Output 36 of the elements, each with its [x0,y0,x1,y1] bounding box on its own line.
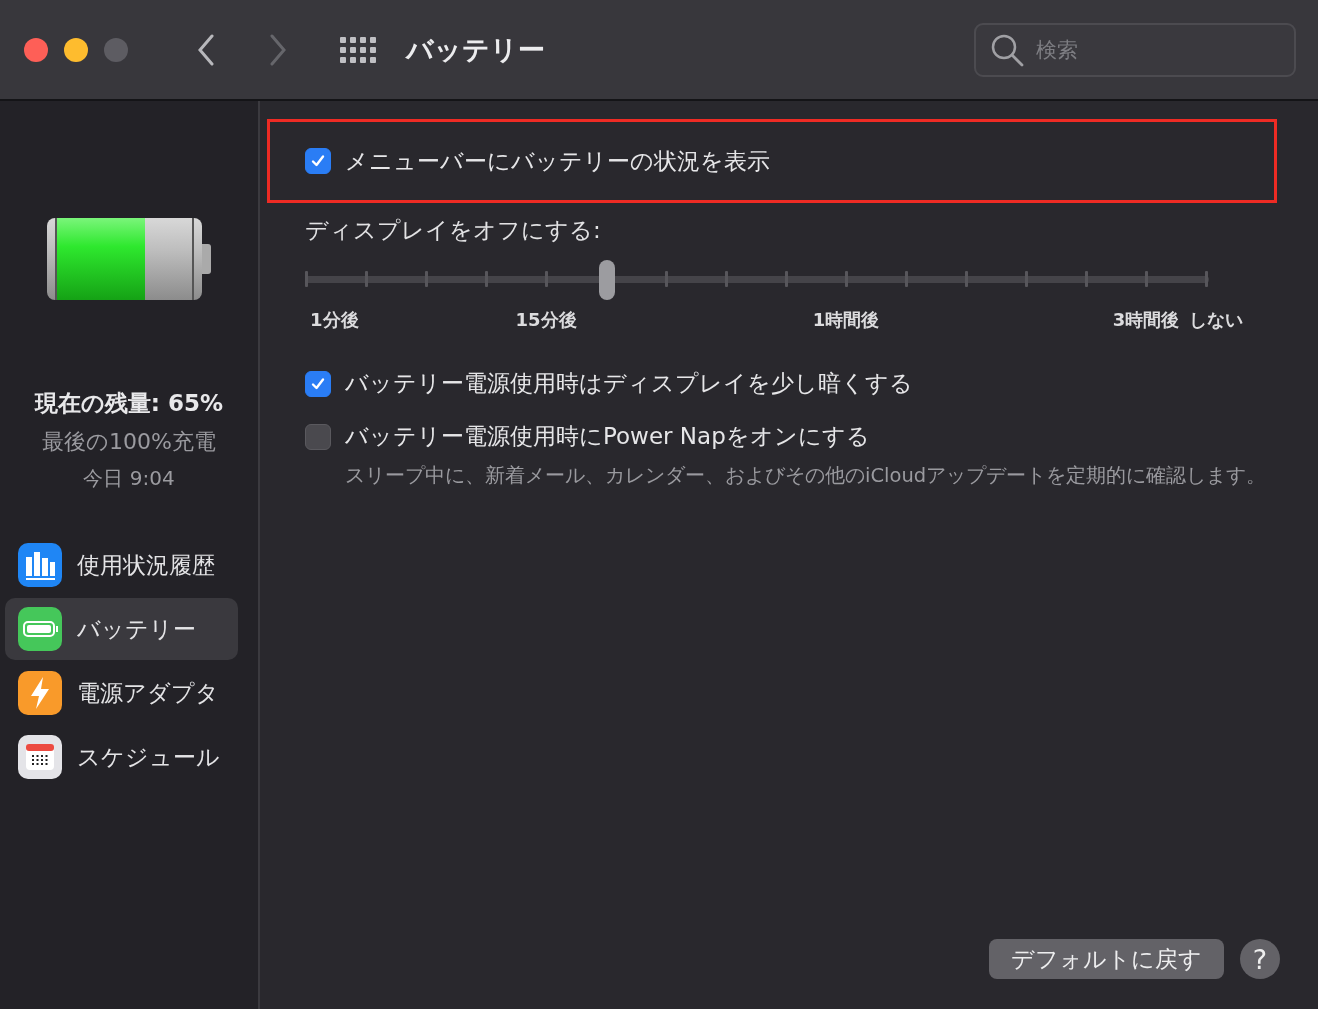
slider-tick-label: 3時間後 [1112,308,1180,332]
restore-defaults-button[interactable]: デフォルトに戻す [989,939,1224,979]
display-off-slider[interactable] [305,260,1209,300]
battery-icon [18,607,62,651]
back-icon[interactable] [196,33,216,66]
show-all-grid-icon[interactable] [340,36,376,63]
slider-tick-label: 15分後 [515,308,577,332]
display-off-label: ディスプレイをオフにする: [305,216,602,245]
sidebar-item[interactable]: バッテリー [5,598,238,660]
minimize-window-button[interactable] [64,37,88,62]
search-field[interactable]: 検索 [974,22,1296,77]
sidebar-item[interactable]: 電源アダプタ [5,662,238,724]
checkbox[interactable] [305,423,331,450]
search-icon [990,32,1024,67]
option-description: スリープ中に、新着メール、カレンダー、およびその他のiCloudアップデートを定期的に確認します。 [345,463,1268,489]
window-title: バッテリー [406,32,545,67]
checkbox-label: バッテリー電源使用時はディスプレイを少し暗くする [345,369,913,398]
calendar-icon [18,735,62,779]
last-full-charge-label: 最後の100%充電 [42,428,216,456]
checkbox-label: メニューバーにバッテリーの状況を表示 [345,146,770,176]
slider-thumb[interactable] [598,260,615,300]
close-window-button[interactable] [24,37,48,62]
help-button[interactable]: ? [1240,939,1280,979]
bar-chart-icon [18,543,62,587]
current-charge-text: 現在の残量: 65% [34,389,224,418]
lightning-bolt-icon [18,671,62,715]
slider-tick-label: 1時間後 [812,308,880,332]
sidebar-item[interactable]: 使用状況履歴 [5,534,238,596]
checkbox[interactable] [305,148,331,174]
sidebar-item[interactable]: スケジュール [5,726,238,788]
battery-terminal [202,244,211,274]
slider-tick-label: しない [1189,308,1243,332]
last-full-charge-time: 今日 9:04 [83,465,175,492]
checkbox[interactable] [305,370,331,397]
checkbox-label: バッテリー電源使用時にPower Napをオンにする [345,422,870,451]
slider-tick-label: 1分後 [309,308,359,332]
